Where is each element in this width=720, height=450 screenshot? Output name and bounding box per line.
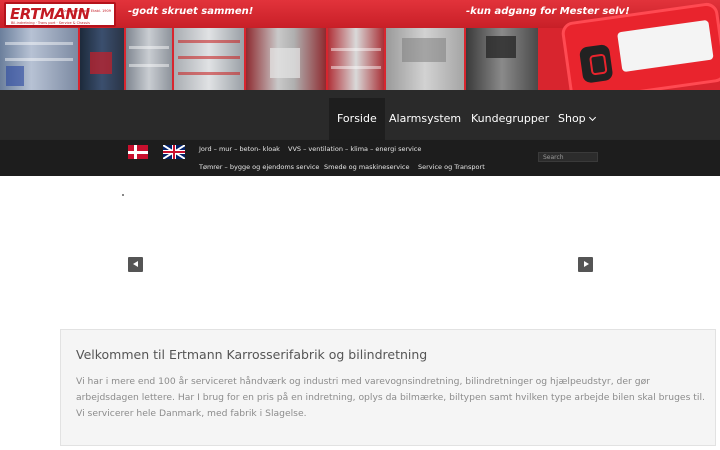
tagline-right: -kun adgang for Mester selv! xyxy=(466,6,630,17)
image-slider xyxy=(0,176,720,330)
subnav-link-smede[interactable]: Smede og maskineservice xyxy=(324,163,410,171)
nav-label: Kundegrupper xyxy=(471,112,550,125)
subnav-link-tomrer[interactable]: Tømrer – bygge og ejendoms service xyxy=(199,163,319,171)
logo-right-text: Karrosserifabrik Etabl. 1909 xyxy=(62,9,111,13)
logo-subtitle: Bil-indretning · Trans port · Service & … xyxy=(11,21,90,25)
welcome-section: Velkommen til Ertmann Karrosserifabrik o… xyxy=(60,329,716,446)
search-input[interactable] xyxy=(538,152,598,162)
chevron-right-icon[interactable] xyxy=(578,257,593,272)
van-floor-photo xyxy=(386,28,466,90)
nav-item-kundegrupper[interactable]: Kundegrupper xyxy=(463,98,557,140)
uk-flag-icon[interactable] xyxy=(163,145,185,159)
workshop-tools-photo xyxy=(466,28,540,90)
van-rear-photo xyxy=(246,28,328,90)
van-shelving-photo xyxy=(80,28,126,90)
ertmann-logo[interactable]: ERTMANN Bil-indretning · Trans port · Se… xyxy=(4,2,116,27)
van-interior-photo xyxy=(0,28,80,90)
subnav-link-vvs[interactable]: VVS – ventilation – klima – energi servi… xyxy=(288,145,421,153)
chevron-down-icon xyxy=(588,113,596,122)
chevron-left-icon[interactable] xyxy=(128,257,143,272)
van-racks-photo xyxy=(328,28,386,90)
nav-label: Shop xyxy=(558,112,586,125)
nav-label: Alarmsystem xyxy=(389,112,462,125)
danish-flag-icon[interactable] xyxy=(128,145,148,159)
nav-label: Forside xyxy=(337,112,377,125)
remote-screen xyxy=(617,19,714,73)
nav-item-shop[interactable]: Shop xyxy=(550,98,603,140)
nav-item-alarmsystem[interactable]: Alarmsystem xyxy=(381,98,469,140)
van-drawers-photo xyxy=(174,28,246,90)
van-cabinet-photo xyxy=(126,28,174,90)
sub-navigation: Jord – mur – beton- kloak VVS – ventilat… xyxy=(0,140,720,176)
remote-button-icon xyxy=(578,43,614,84)
main-navigation: Forside Alarmsystem Kundegrupper Shop xyxy=(0,90,720,140)
welcome-title: Velkommen til Ertmann Karrosserifabrik o… xyxy=(76,347,428,362)
nav-item-forside[interactable]: Forside xyxy=(329,98,385,140)
header-banner: ERTMANN Bil-indretning · Trans port · Se… xyxy=(0,0,720,90)
tagline-left: -godt skruet sammen! xyxy=(128,6,254,17)
slider-loading-indicator xyxy=(122,194,124,196)
welcome-paragraph: Vi har i mere end 100 år serviceret hånd… xyxy=(76,376,705,419)
subnav-link-jord-mur-beton[interactable]: Jord – mur – beton- kloak xyxy=(199,145,280,153)
subnav-link-service-transport[interactable]: Service og Transport xyxy=(418,163,485,171)
